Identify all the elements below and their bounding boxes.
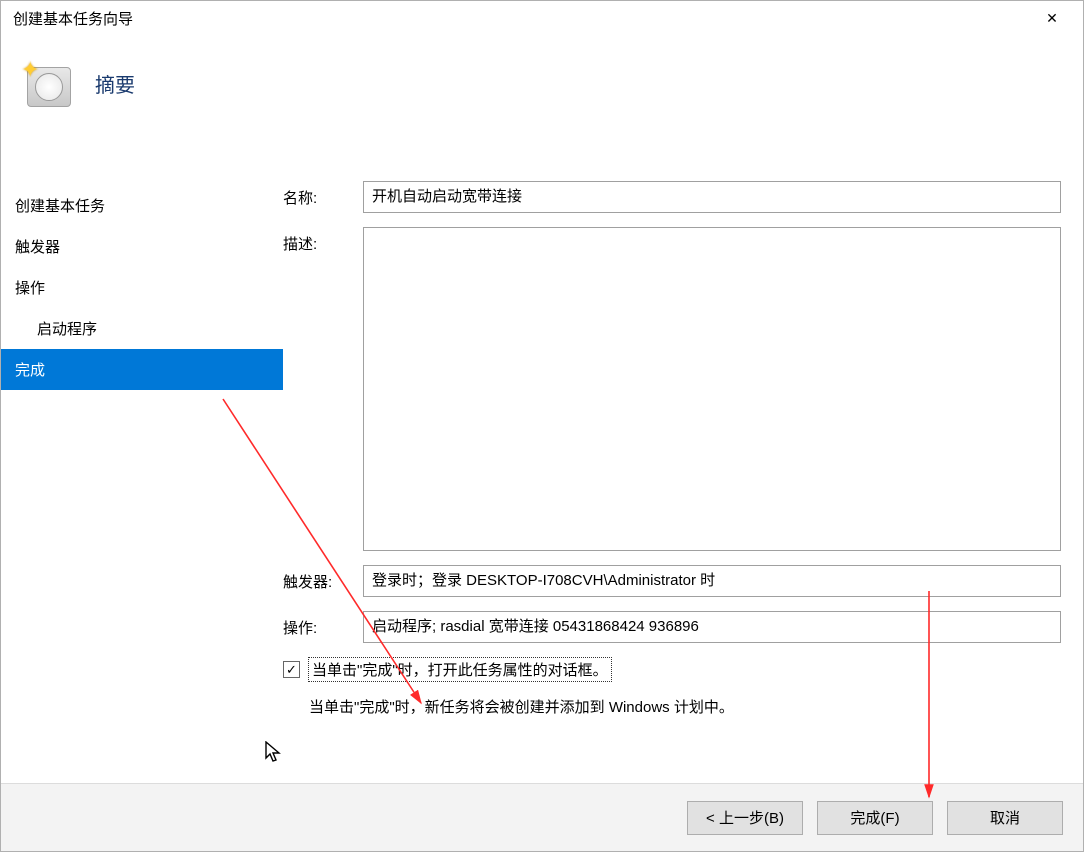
name-label: 名称: <box>283 181 363 208</box>
button-bar: < 上一步(B) 完成(F) 取消 <box>1 783 1083 851</box>
window-title: 创建基本任务向导 <box>13 8 1029 29</box>
checkbox-label: 当单击"完成"时，打开此任务属性的对话框。 <box>308 657 612 682</box>
desc-label: 描述: <box>283 227 363 254</box>
action-label: 操作: <box>283 611 363 638</box>
finish-note: 当单击"完成"时，新任务将会被创建并添加到 Windows 计划中。 <box>309 696 1061 717</box>
action-field: 启动程序; rasdial 宽带连接 05431868424 936896 <box>363 611 1061 643</box>
trigger-label: 触发器: <box>283 565 363 592</box>
finish-button[interactable]: 完成(F) <box>817 801 933 835</box>
wizard-sidebar: 创建基本任务触发器操作启动程序完成 <box>1 181 283 783</box>
trigger-field: 登录时；登录 DESKTOP-I708CVH\Administrator 时 <box>363 565 1061 597</box>
sidebar-item-3[interactable]: 启动程序 <box>1 308 283 349</box>
cancel-button[interactable]: 取消 <box>947 801 1063 835</box>
wizard-window: 创建基本任务向导 ✕ ✦ 摘要 创建基本任务触发器操作启动程序完成 名称: 开机… <box>0 0 1084 852</box>
close-button[interactable]: ✕ <box>1029 3 1075 33</box>
wizard-icon: ✦ <box>23 59 71 107</box>
close-icon: ✕ <box>1046 10 1058 27</box>
desc-field <box>363 227 1061 551</box>
open-properties-checkbox[interactable]: ✓ 当单击"完成"时，打开此任务属性的对话框。 <box>283 657 1061 682</box>
checkbox-icon: ✓ <box>283 661 300 678</box>
sidebar-item-2[interactable]: 操作 <box>1 267 283 308</box>
sidebar-item-0[interactable]: 创建基本任务 <box>1 185 283 226</box>
back-button[interactable]: < 上一步(B) <box>687 801 803 835</box>
wizard-content: 名称: 开机自动启动宽带连接 描述: 触发器: 登录时；登录 DESKTOP-I… <box>283 181 1083 783</box>
sidebar-item-1[interactable]: 触发器 <box>1 226 283 267</box>
sidebar-item-4[interactable]: 完成 <box>1 349 283 390</box>
page-title: 摘要 <box>95 69 135 98</box>
cursor-icon <box>265 741 283 769</box>
titlebar: 创建基本任务向导 ✕ <box>1 1 1083 35</box>
wizard-header: ✦ 摘要 <box>1 35 1083 145</box>
name-field: 开机自动启动宽带连接 <box>363 181 1061 213</box>
